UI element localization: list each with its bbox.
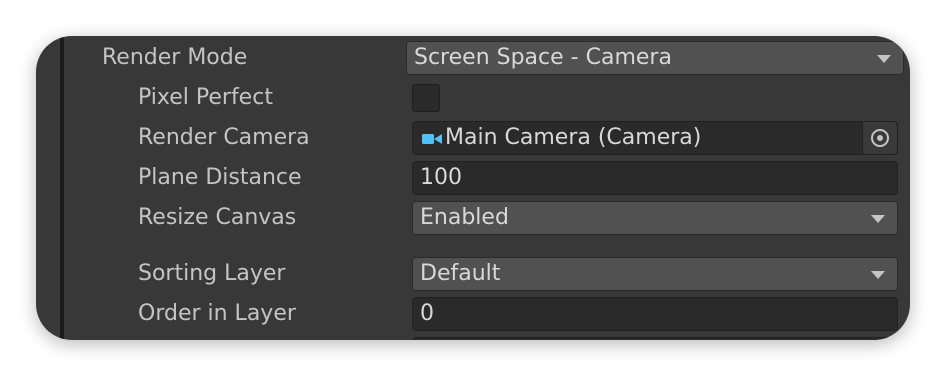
order-in-layer-label: Order in Layer: [138, 301, 296, 326]
sorting-layer-value: Default: [420, 261, 501, 286]
resize-canvas-value: Enabled: [420, 205, 509, 230]
plane-distance-input[interactable]: 100: [412, 161, 898, 195]
resize-canvas-dropdown[interactable]: Enabled: [412, 201, 898, 235]
resize-canvas-label: Resize Canvas: [138, 205, 297, 230]
render-mode-dropdown[interactable]: Screen Space - Camera: [406, 41, 904, 75]
camera-icon: [422, 134, 442, 144]
chevron-down-icon: [871, 215, 885, 223]
render-mode-label: Render Mode: [102, 45, 248, 70]
plane-distance-value: 100: [420, 165, 462, 190]
render-mode-value: Screen Space - Camera: [414, 45, 672, 70]
render-camera-label: Render Camera: [138, 125, 310, 150]
sorting-layer-label: Sorting Layer: [138, 261, 286, 286]
sorting-layer-dropdown[interactable]: Default: [412, 257, 898, 291]
render-camera-field[interactable]: Main Camera (Camera): [412, 121, 898, 155]
pixel-perfect-checkbox[interactable]: [412, 84, 440, 112]
inspector-panel: Render Mode Screen Space - Camera Pixel …: [36, 36, 910, 340]
pixel-perfect-label: Pixel Perfect: [138, 85, 273, 110]
render-camera-value: Main Camera (Camera): [445, 125, 702, 150]
next-field-partial[interactable]: [412, 337, 898, 340]
object-picker-button[interactable]: [862, 122, 897, 154]
order-in-layer-value: 0: [420, 301, 434, 326]
plane-distance-label: Plane Distance: [138, 165, 302, 190]
target-dot: [877, 135, 883, 141]
chevron-down-icon: [871, 271, 885, 279]
order-in-layer-input[interactable]: 0: [412, 297, 898, 331]
indent-bar: [60, 36, 64, 340]
chevron-down-icon: [877, 55, 891, 63]
